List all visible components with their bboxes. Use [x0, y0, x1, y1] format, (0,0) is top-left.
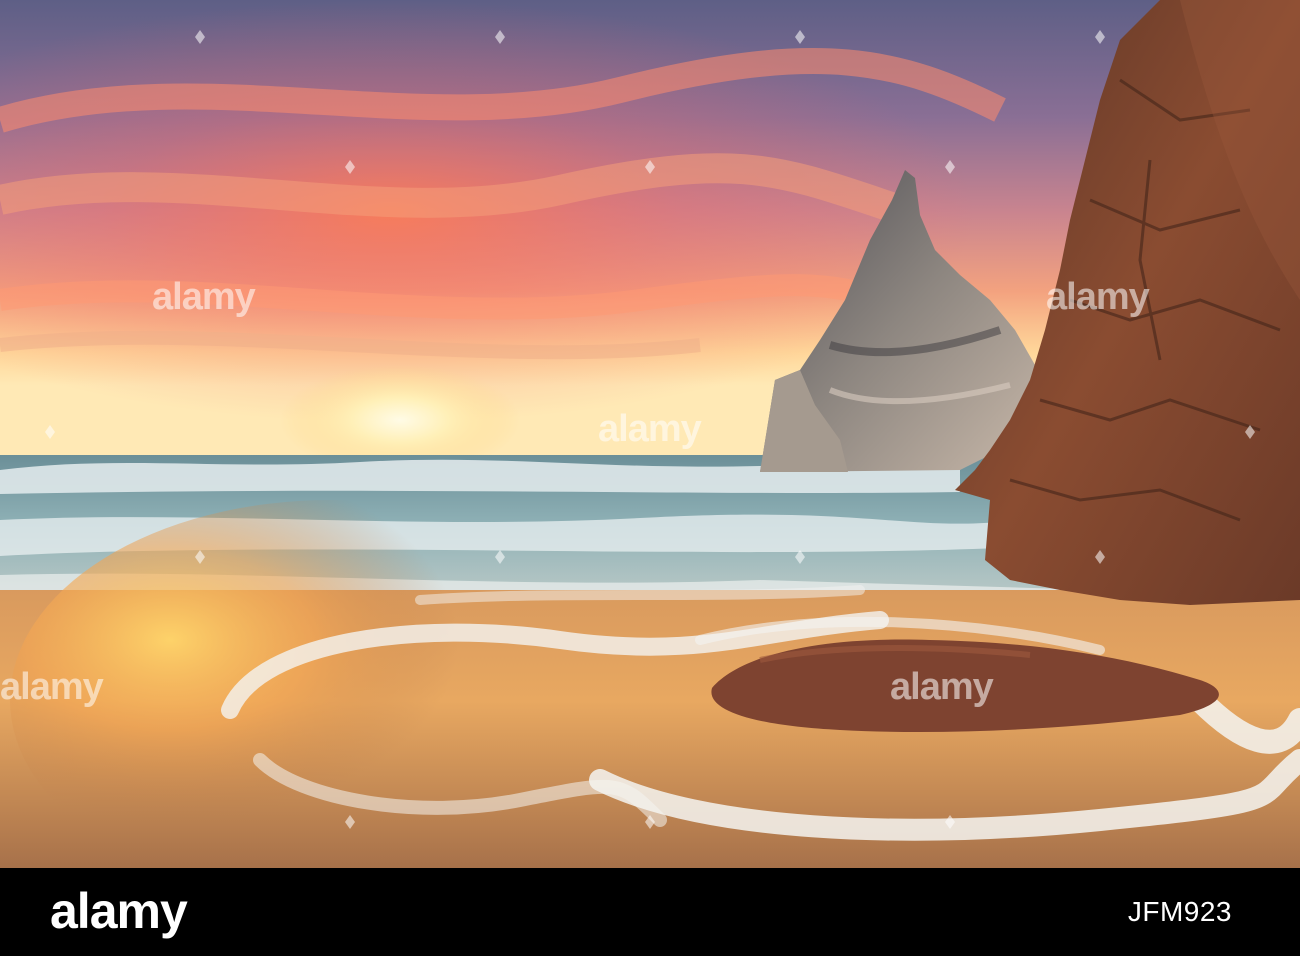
- seascape-photo: alamy alamy alamy alamy alamy: [0, 0, 1300, 868]
- seascape-illustration: [0, 0, 1300, 868]
- image-id: JFM923: [1127, 896, 1232, 927]
- stock-footer-bar: alamy JFM923: [0, 868, 1300, 956]
- stock-photo-frame: alamy alamy alamy alamy alamy alamy JFM9…: [0, 0, 1300, 956]
- brand-logo: alamy: [50, 883, 188, 939]
